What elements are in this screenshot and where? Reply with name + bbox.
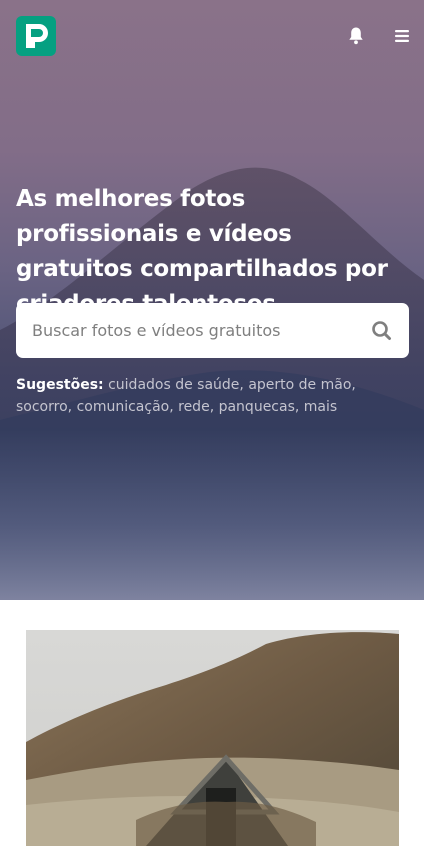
search-suggestions: Sugestões: cuidados de saúde, aperto de … — [16, 377, 356, 415]
pexels-logo[interactable] — [16, 16, 56, 56]
search-input[interactable] — [16, 303, 356, 358]
bell-icon[interactable] — [344, 24, 368, 48]
hero-section: As melhores fotos profissionais e vídeos… — [0, 0, 424, 600]
search-form — [16, 303, 409, 358]
hero-headline: As melhores fotos profissionais e vídeos… — [16, 186, 388, 317]
suggestion-link-more[interactable]: mais — [304, 399, 337, 415]
suggestion-link[interactable]: aperto de mão — [248, 377, 351, 393]
gallery-photo[interactable] — [26, 630, 399, 846]
suggestion-link[interactable]: rede — [178, 399, 210, 415]
suggestion-link[interactable]: panquecas — [219, 399, 295, 415]
photo-a-frame-cabin-icon — [26, 630, 399, 846]
search-button[interactable] — [368, 317, 396, 345]
suggestions-label: Sugestões: — [16, 377, 104, 393]
suggestion-link[interactable]: cuidados de saúde — [108, 377, 239, 393]
pexels-logo-icon — [26, 24, 48, 48]
suggestion-link[interactable]: socorro — [16, 399, 68, 415]
suggestion-link[interactable]: comunicação — [77, 399, 170, 415]
hamburger-menu-icon[interactable] — [390, 24, 414, 48]
search-icon — [372, 321, 391, 340]
